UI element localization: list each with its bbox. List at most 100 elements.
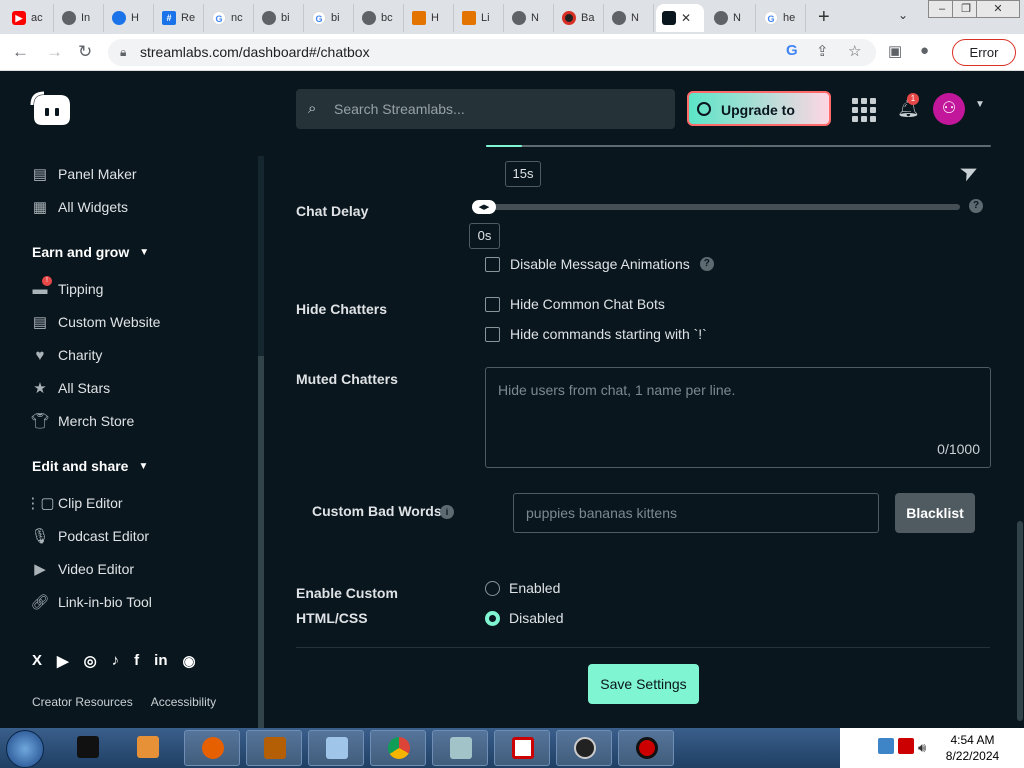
muted-chatters-textarea[interactable]: Hide users from chat, 1 name per line. 0…: [485, 367, 991, 468]
x-icon[interactable]: X: [32, 652, 42, 670]
info-icon[interactable]: i: [440, 505, 454, 519]
taskbar-app[interactable]: [120, 730, 176, 766]
browser-tab[interactable]: N: [606, 4, 654, 32]
side-panel-icon[interactable]: ▣: [888, 42, 902, 60]
disable-animations-checkbox[interactable]: Disable Message Animations ?: [485, 256, 714, 272]
browser-tab-active[interactable]: ✕: [656, 4, 704, 32]
sidebar-item-custom-website[interactable]: ▤ Custom Website: [32, 312, 161, 332]
sidebar-item-merch-store[interactable]: 👕︎ Merch Store: [30, 411, 134, 431]
browser-tab[interactable]: H: [106, 4, 154, 32]
browser-tab[interactable]: bc: [356, 4, 404, 32]
taskbar-app[interactable]: [494, 730, 550, 766]
youtube-icon[interactable]: ▶: [57, 652, 69, 670]
custom-bad-words-input[interactable]: puppies bananas kittens: [513, 493, 879, 533]
taskbar-app[interactable]: [246, 730, 302, 766]
volume-icon[interactable]: 🔊︎: [918, 740, 926, 756]
hide-chat-bots-checkbox[interactable]: Hide Common Chat Bots: [485, 296, 665, 312]
instagram-icon[interactable]: ◎: [84, 652, 97, 670]
close-window-button[interactable]: ✕: [976, 0, 1020, 18]
browser-tab[interactable]: Li: [456, 4, 504, 32]
sidebar-item-all-widgets[interactable]: ▦ All Widgets: [32, 197, 128, 217]
start-button[interactable]: [6, 730, 44, 768]
taskbar-app[interactable]: [556, 730, 612, 766]
taskbar-app[interactable]: [60, 730, 116, 766]
sidebar-scrollbar-thumb[interactable]: [258, 356, 264, 728]
taskbar-app[interactable]: [370, 730, 426, 766]
main-scrollbar-thumb[interactable]: [1017, 521, 1023, 721]
chat-delay-slider-handle[interactable]: ◀▶: [472, 200, 496, 214]
avatar[interactable]: ⚇: [933, 93, 965, 125]
browser-tab[interactable]: In: [56, 4, 104, 32]
sidebar-item-video-editor[interactable]: ▶ Video Editor: [32, 559, 134, 579]
browser-tab[interactable]: N: [708, 4, 756, 32]
taskbar-app[interactable]: [184, 730, 240, 766]
sidebar-item-link-in-bio[interactable]: 🔗︎ Link-in-bio Tool: [30, 592, 151, 612]
sidebar-section-edit[interactable]: Edit and share ▼: [32, 458, 148, 474]
browser-tab[interactable]: # Re: [156, 4, 204, 32]
back-icon[interactable]: ←: [12, 42, 29, 62]
checkbox[interactable]: [485, 326, 500, 342]
browser-tab[interactable]: ▶ ac: [6, 4, 54, 32]
streamlabs-icon: [662, 11, 676, 25]
clock[interactable]: 4:54 AM 8/22/2024: [930, 732, 1015, 764]
custom-html-disabled-radio[interactable]: Disabled: [485, 610, 563, 626]
close-icon[interactable]: ✕: [681, 11, 691, 25]
network-icon[interactable]: [878, 738, 894, 754]
reload-icon[interactable]: ↻: [78, 42, 92, 62]
bookmark-star-icon[interactable]: ☆: [848, 42, 861, 60]
radio-button[interactable]: [485, 580, 500, 596]
browser-tab[interactable]: Ba: [556, 4, 604, 32]
linkedin-icon[interactable]: in: [154, 652, 167, 670]
chevron-down-icon[interactable]: ▼: [975, 99, 985, 110]
sidebar-item-charity[interactable]: ♥ Charity: [32, 345, 103, 365]
windows-taskbar: 🔊︎ 4:54 AM 8/22/2024: [0, 728, 1024, 768]
upper-slider-track[interactable]: [486, 145, 991, 147]
google-translate-icon[interactable]: G: [786, 42, 798, 59]
chevron-down-icon[interactable]: ⌄: [898, 8, 908, 22]
url-input[interactable]: 🔒︎ streamlabs.com/dashboard#/chatbox: [108, 39, 876, 66]
send-icon[interactable]: ➤: [955, 156, 983, 187]
sidebar-item-tipping[interactable]: ▬! Tipping: [32, 276, 103, 299]
browser-tab[interactable]: Gbi: [306, 4, 354, 32]
save-settings-button[interactable]: Save Settings: [588, 664, 699, 704]
blacklist-button[interactable]: Blacklist: [895, 493, 975, 533]
forward-icon[interactable]: →: [46, 42, 63, 62]
browser-tab[interactable]: N: [506, 4, 554, 32]
new-tab-icon[interactable]: +: [818, 6, 830, 29]
taskbar-app[interactable]: [308, 730, 364, 766]
custom-html-enabled-radio[interactable]: Enabled: [485, 580, 560, 596]
browser-tab[interactable]: bi: [256, 4, 304, 32]
sidebar-item-all-stars[interactable]: ★ All Stars: [32, 378, 110, 398]
search-input[interactable]: ⌕ Search Streamlabs...: [296, 89, 675, 129]
radio-button-selected[interactable]: [485, 610, 500, 626]
sidebar-item-clip-editor[interactable]: ⋮▢ Clip Editor: [25, 493, 122, 513]
checkbox[interactable]: [485, 296, 500, 312]
apps-grid-icon[interactable]: [852, 98, 876, 122]
taskbar-app[interactable]: [618, 730, 674, 766]
facebook-icon[interactable]: f: [134, 652, 139, 670]
upper-slider-value: 15s: [505, 161, 541, 187]
help-icon[interactable]: ?: [969, 199, 983, 213]
profile-icon[interactable]: ●: [920, 42, 929, 59]
browser-tab[interactable]: Gnc: [206, 4, 254, 32]
tray-app-icon[interactable]: [898, 738, 914, 754]
discord-icon[interactable]: ◉: [183, 652, 196, 670]
sidebar-item-panel-maker[interactable]: ▤ Panel Maker: [32, 164, 137, 184]
browser-tab[interactable]: Ghe: [758, 4, 806, 32]
error-button[interactable]: Error: [952, 39, 1016, 66]
creator-resources-link[interactable]: Creator Resources: [32, 695, 133, 709]
hide-commands-checkbox[interactable]: Hide commands starting with `!`: [485, 326, 707, 342]
tiktok-icon[interactable]: ♪: [112, 652, 120, 670]
share-icon[interactable]: ⇪: [816, 42, 829, 60]
chat-delay-slider-track[interactable]: [486, 204, 960, 210]
upgrade-to-ultra-button[interactable]: Upgrade to Ultra: [687, 91, 831, 153]
browser-tab[interactable]: H: [406, 4, 454, 32]
streamlabs-logo[interactable]: [30, 91, 72, 127]
help-icon[interactable]: ?: [699, 257, 714, 271]
sidebar-item-podcast-editor[interactable]: 🎙︎ Podcast Editor: [30, 526, 149, 546]
checkbox[interactable]: [485, 256, 500, 272]
accessibility-link[interactable]: Accessibility: [151, 695, 216, 709]
taskbar-app[interactable]: [432, 730, 488, 766]
sidebar-section-earn[interactable]: Earn and grow ▼: [32, 244, 149, 260]
app-icon: [462, 11, 476, 25]
